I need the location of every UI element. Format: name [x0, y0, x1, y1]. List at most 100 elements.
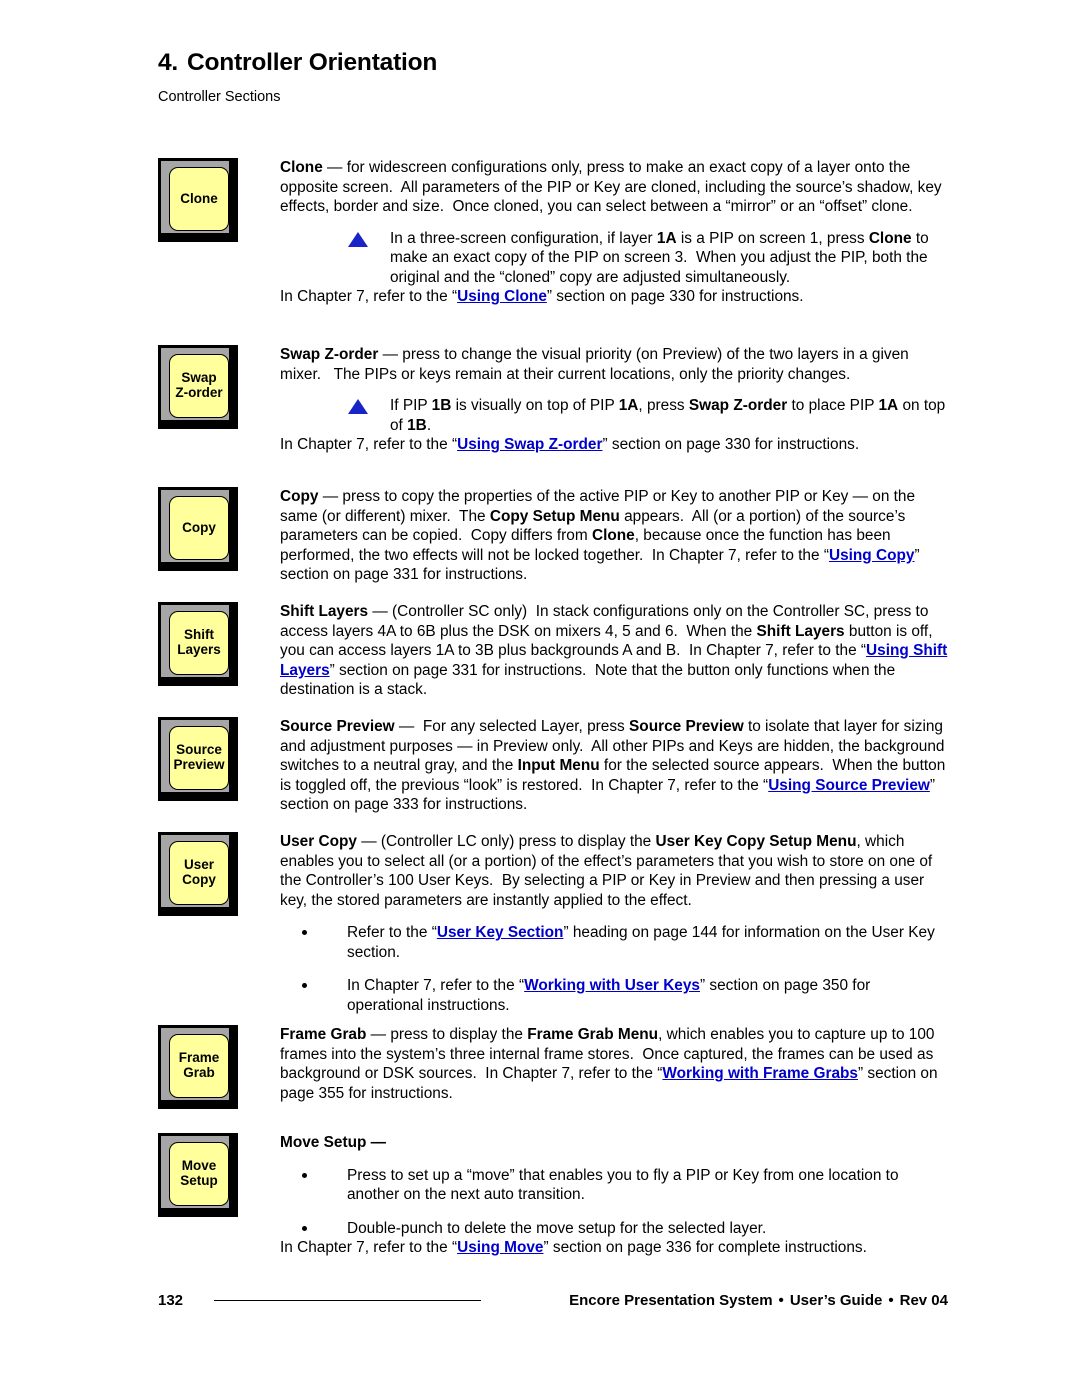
- footer-separator-1: •: [778, 1292, 784, 1309]
- paragraph-reference: In Chapter 7, refer to the “Using Clone”…: [280, 288, 804, 306]
- link-user-key-section[interactable]: User Key Section: [437, 924, 564, 941]
- list-item: Double-punch to delete the move setup fo…: [302, 1219, 948, 1239]
- footer-credit: Encore Presentation System • User’s Guide •…: [569, 1292, 948, 1309]
- bullet-dot-icon: [302, 1225, 307, 1231]
- section-text-move-setup: Move Setup — Press to set up a “move” th…: [280, 1133, 948, 1258]
- key-cap: Swap Z-order: [169, 354, 229, 418]
- section-text-user-copy: User Copy — (Controller LC only) press t…: [280, 832, 948, 1015]
- paragraph-body: Clone — for widescreen configurations on…: [280, 159, 942, 216]
- key-label-line-2: Copy: [182, 872, 216, 887]
- key-button-copy-cell: Copy: [158, 487, 244, 571]
- bullet-dot-icon: [302, 983, 307, 989]
- key-label-line-2: Preview: [173, 757, 225, 772]
- paragraph-reference: In Chapter 7, refer to the “Using Move” …: [280, 1239, 867, 1257]
- list-item: Press to set up a “move” that enables yo…: [302, 1166, 948, 1205]
- footer-separator-2: •: [888, 1292, 894, 1309]
- footer-page-number: 132: [158, 1292, 184, 1309]
- list-item-text: Double-punch to delete the move setup fo…: [347, 1219, 767, 1237]
- list-item-text: Press to set up a “move” that enables yo…: [347, 1166, 899, 1204]
- section-frame-grab: Frame Grab Frame Grab — press to display…: [158, 1025, 948, 1109]
- note-block: If PIP 1B is visually on top of PIP 1A, …: [348, 396, 948, 435]
- triangle-note-icon: [348, 231, 368, 247]
- footer-revision: Rev 04: [899, 1292, 948, 1309]
- link-using-swap-zorder[interactable]: Using Swap Z-order: [457, 436, 602, 453]
- key-label-line-1: Shift: [184, 627, 214, 643]
- section-text-frame-grab: Frame Grab — press to display the Frame …: [280, 1025, 948, 1103]
- key-button-source-preview[interactable]: Source Preview: [158, 717, 238, 801]
- footer-product: Encore Presentation System: [569, 1292, 773, 1309]
- link-working-with-frame-grabs[interactable]: Working with Frame Grabs: [662, 1065, 858, 1082]
- key-label-line-1: Frame: [178, 1050, 220, 1066]
- key-button-frame-grab-cell: Frame Grab: [158, 1025, 244, 1109]
- section-shift-layers: Shift Layers Shift Layers — (Controller …: [158, 602, 948, 700]
- triangle-note-icon: [348, 399, 368, 415]
- link-using-shift-layers[interactable]: Using Shift Layers: [280, 642, 947, 679]
- bullet-dot-icon: [302, 930, 307, 936]
- list-item: In Chapter 7, refer to the “Working with…: [302, 976, 948, 1015]
- key-button-clone[interactable]: Clone: [158, 158, 238, 242]
- key-button-swap-zorder[interactable]: Swap Z-order: [158, 345, 238, 429]
- key-label-line-2: Layers: [177, 642, 221, 657]
- section-swap-zorder: Swap Z-order Swap Z-order — press to cha…: [158, 345, 948, 455]
- section-clone: Clone Clone — for widescreen configurati…: [158, 158, 948, 307]
- section-move-setup: Move Setup Move Setup — Press to set up …: [158, 1133, 948, 1258]
- link-using-source-preview[interactable]: Using Source Preview: [768, 777, 930, 794]
- bullet-list: Refer to the “User Key Section” heading …: [302, 923, 948, 1015]
- footer-guide: User’s Guide: [789, 1292, 883, 1309]
- key-button-shift-cell: Shift Layers: [158, 602, 244, 686]
- section-text-source-preview: Source Preview — For any selected Layer,…: [280, 717, 948, 815]
- section-text-shift-layers: Shift Layers — (Controller SC only) In s…: [280, 602, 948, 700]
- key-button-frame-grab[interactable]: Frame Grab: [158, 1025, 238, 1109]
- paragraph-body: Copy — press to copy the properties of t…: [280, 488, 920, 584]
- section-text-swap-zorder: Swap Z-order — press to change the visua…: [280, 345, 948, 455]
- footer-rule: [213, 1300, 482, 1301]
- key-label-line-2: Z-order: [175, 385, 223, 400]
- list-item: Refer to the “User Key Section” heading …: [302, 923, 948, 962]
- key-label-line-1: Swap: [181, 370, 217, 386]
- key-label-line-1: User: [183, 857, 215, 873]
- document-page: 4. Controller Orientation Controller Sect…: [0, 0, 1080, 1397]
- key-cap: User Copy: [169, 841, 229, 905]
- key-cap: Source Preview: [169, 726, 229, 790]
- section-text-copy: Copy — press to copy the properties of t…: [280, 487, 948, 585]
- chapter-title-text: Controller Orientation: [187, 49, 438, 76]
- section-copy: Copy Copy — press to copy the properties…: [158, 487, 948, 585]
- bullet-dot-icon: [302, 1172, 307, 1178]
- key-button-copy[interactable]: Copy: [158, 487, 238, 571]
- chapter-number: 4.: [158, 49, 179, 76]
- key-cap: Shift Layers: [169, 611, 229, 675]
- key-label-line-1: Copy: [182, 519, 216, 535]
- link-working-with-user-keys[interactable]: Working with User Keys: [524, 977, 700, 994]
- key-label-line-1: Move: [181, 1158, 217, 1174]
- key-button-shift-layers[interactable]: Shift Layers: [158, 602, 238, 686]
- key-button-source-preview-cell: Source Preview: [158, 717, 244, 801]
- paragraph-reference: In Chapter 7, refer to the “Using Swap Z…: [280, 436, 860, 454]
- sub-heading-move-setup: Move Setup —: [280, 1134, 387, 1151]
- link-using-copy[interactable]: Using Copy: [829, 547, 915, 564]
- section-user-copy: User Copy User Copy — (Controller LC onl…: [158, 832, 948, 1015]
- key-label-line-2: Grab: [183, 1065, 215, 1080]
- key-button-user-copy-cell: User Copy: [158, 832, 244, 916]
- key-button-move-setup-cell: Move Setup: [158, 1133, 244, 1217]
- key-button-swap-cell: Swap Z-order: [158, 345, 244, 429]
- key-button-clone-cell: Clone: [158, 158, 244, 242]
- key-cap: Move Setup: [169, 1142, 229, 1206]
- link-using-move[interactable]: Using Move: [457, 1239, 543, 1256]
- key-label-line-2: Setup: [180, 1173, 218, 1188]
- paragraph-body: Shift Layers — (Controller SC only) In s…: [280, 603, 948, 699]
- key-button-user-copy[interactable]: User Copy: [158, 832, 238, 916]
- page-title: 4. Controller Orientation: [158, 49, 948, 77]
- key-button-move-setup[interactable]: Move Setup: [158, 1133, 238, 1217]
- key-label-line-1: Clone: [180, 190, 218, 206]
- paragraph-body: User Copy — (Controller LC only) press t…: [280, 833, 933, 909]
- key-cap: Copy: [169, 496, 229, 560]
- key-cap: Frame Grab: [169, 1034, 229, 1098]
- key-cap: Clone: [169, 167, 229, 231]
- page-footer: 132 Encore Presentation System • User’s Gu…: [158, 1292, 948, 1309]
- section-text-clone: Clone — for widescreen configurations on…: [280, 158, 948, 307]
- note-block: In a three-screen configuration, if laye…: [348, 229, 948, 288]
- key-label-line-1: Source: [176, 742, 222, 758]
- paragraph-body: Frame Grab — press to display the Frame …: [280, 1026, 938, 1102]
- paragraph-body: Source Preview — For any selected Layer,…: [280, 718, 946, 814]
- link-using-clone[interactable]: Using Clone: [457, 288, 547, 305]
